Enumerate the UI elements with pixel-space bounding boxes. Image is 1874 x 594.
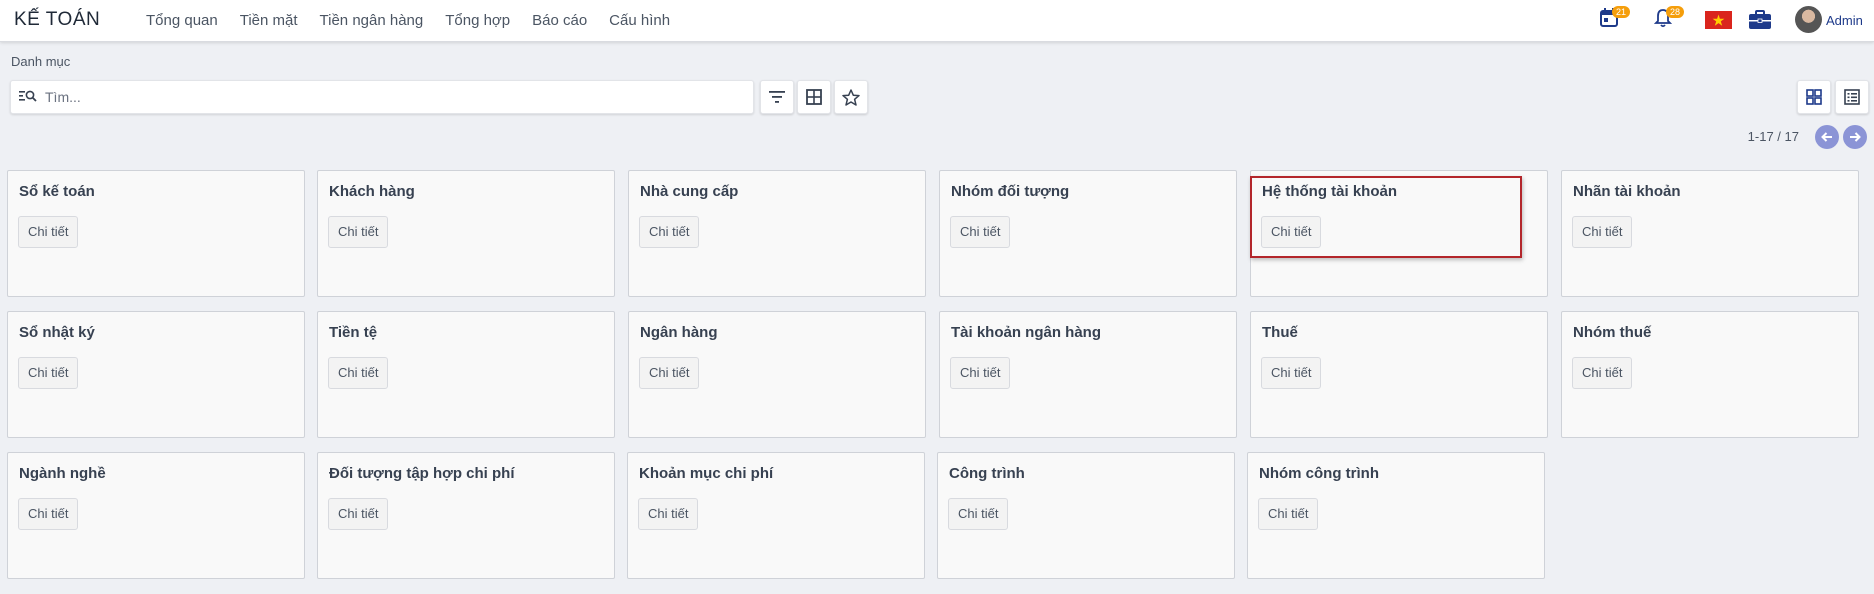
notifications-badge: 28 bbox=[1666, 6, 1685, 18]
card-detail-button[interactable]: Chi tiết bbox=[328, 357, 389, 389]
card-detail-button[interactable]: Chi tiết bbox=[18, 357, 79, 389]
card-title: Công trình bbox=[949, 465, 1025, 482]
card-detail-button[interactable]: Chi tiết bbox=[1572, 216, 1633, 248]
calendar-badge: 21 bbox=[1612, 6, 1631, 18]
card-nganh-nghe[interactable]: Ngành nghề Chi tiết bbox=[7, 452, 305, 579]
card-title: Ngân hàng bbox=[640, 324, 718, 341]
card-doi-tuong-tap-hop-chi-phi[interactable]: Đối tượng tập hợp chi phí Chi tiết bbox=[317, 452, 615, 579]
card-detail-button[interactable]: Chi tiết bbox=[1572, 357, 1633, 389]
search-icon bbox=[19, 90, 37, 102]
card-ngan-hang[interactable]: Ngân hàng Chi tiết bbox=[628, 311, 926, 438]
card-nhom-doi-tuong[interactable]: Nhóm đối tượng Chi tiết bbox=[939, 170, 1237, 297]
menu-item-tien-ngan-hang[interactable]: Tiền ngân hàng bbox=[320, 12, 424, 29]
arrow-left-icon bbox=[1821, 132, 1832, 142]
menu-item-tong-hop[interactable]: Tổng hợp bbox=[445, 12, 510, 29]
card-tai-khoan-ngan-hang[interactable]: Tài khoản ngân hàng Chi tiết bbox=[939, 311, 1237, 438]
card-detail-button[interactable]: Chi tiết bbox=[639, 216, 700, 248]
card-nhom-cong-trinh[interactable]: Nhóm công trình Chi tiết bbox=[1247, 452, 1545, 579]
card-title: Hệ thống tài khoản bbox=[1262, 183, 1397, 200]
menu-item-bao-cao[interactable]: Báo cáo bbox=[532, 12, 587, 29]
card-nha-cung-cap[interactable]: Nhà cung cấp Chi tiết bbox=[628, 170, 926, 297]
avatar[interactable] bbox=[1795, 6, 1822, 33]
menu-item-cau-hinh[interactable]: Cấu hình bbox=[609, 12, 670, 29]
list-view-icon bbox=[1844, 89, 1860, 105]
card-detail-button[interactable]: Chi tiết bbox=[950, 357, 1011, 389]
card-title: Nhóm thuế bbox=[1573, 324, 1652, 341]
arrow-right-icon bbox=[1850, 132, 1861, 142]
pager-next-button[interactable] bbox=[1843, 125, 1867, 149]
card-title: Đối tượng tập hợp chi phí bbox=[329, 465, 515, 482]
card-tien-te[interactable]: Tiền tệ Chi tiết bbox=[317, 311, 615, 438]
card-detail-button[interactable]: Chi tiết bbox=[328, 498, 389, 530]
star-icon bbox=[842, 88, 860, 106]
kanban-view-icon bbox=[1806, 89, 1822, 105]
notifications-button[interactable]: 28 bbox=[1653, 6, 1685, 33]
filter-button[interactable] bbox=[760, 80, 794, 114]
card-title: Tài khoản ngân hàng bbox=[951, 324, 1102, 341]
language-switcher[interactable] bbox=[1705, 11, 1732, 34]
filter-icon bbox=[769, 91, 785, 103]
calendar-button[interactable]: 21 bbox=[1600, 6, 1631, 33]
card-title: Nhà cung cấp bbox=[640, 183, 739, 200]
search-input[interactable] bbox=[43, 81, 737, 113]
card-title: Nhóm công trình bbox=[1259, 465, 1379, 482]
grid-icon bbox=[806, 89, 822, 105]
favorites-button[interactable] bbox=[834, 80, 868, 114]
card-so-ke-toan[interactable]: Sổ kế toán Chi tiết bbox=[7, 170, 305, 297]
search-bar bbox=[10, 80, 754, 114]
menu-item-tien-mat[interactable]: Tiền mặt bbox=[240, 12, 298, 29]
card-detail-button[interactable]: Chi tiết bbox=[18, 498, 79, 530]
list-view-button[interactable] bbox=[1835, 80, 1869, 114]
card-he-thong-tai-khoan[interactable]: Hệ thống tài khoản Chi tiết bbox=[1250, 170, 1548, 297]
card-title: Tiền tệ bbox=[329, 324, 378, 341]
top-navbar: KẾ TOÁN Tổng quan Tiền mặt Tiền ngân hàn… bbox=[0, 0, 1874, 42]
card-detail-button[interactable]: Chi tiết bbox=[1258, 498, 1319, 530]
group-by-button[interactable] bbox=[797, 80, 831, 114]
card-thue[interactable]: Thuế Chi tiết bbox=[1250, 311, 1548, 438]
card-so-nhat-ky[interactable]: Sổ nhật ký Chi tiết bbox=[7, 311, 305, 438]
user-name[interactable]: Admin bbox=[1826, 13, 1863, 28]
card-detail-button[interactable]: Chi tiết bbox=[639, 357, 700, 389]
kanban-view-button[interactable] bbox=[1797, 80, 1831, 114]
card-title: Thuế bbox=[1262, 324, 1298, 341]
card-detail-button[interactable]: Chi tiết bbox=[1261, 357, 1322, 389]
main-menu: Tổng quan Tiền mặt Tiền ngân hàng Tổng h… bbox=[146, 12, 692, 29]
breadcrumb: Danh mục bbox=[11, 54, 71, 69]
pager-previous-button[interactable] bbox=[1815, 125, 1839, 149]
card-title: Ngành nghề bbox=[19, 465, 106, 482]
card-detail-button[interactable]: Chi tiết bbox=[1261, 216, 1322, 248]
card-title: Nhãn tài khoản bbox=[1573, 183, 1681, 200]
card-detail-button[interactable]: Chi tiết bbox=[18, 216, 79, 248]
pager-value[interactable]: 1-17 / 17 bbox=[1748, 129, 1799, 144]
card-title: Sổ nhật ký bbox=[19, 324, 95, 341]
card-detail-button[interactable]: Chi tiết bbox=[638, 498, 699, 530]
card-detail-button[interactable]: Chi tiết bbox=[950, 216, 1011, 248]
card-khoan-muc-chi-phi[interactable]: Khoản mục chi phí Chi tiết bbox=[627, 452, 925, 579]
card-title: Khách hàng bbox=[329, 183, 415, 200]
card-nhom-thue[interactable]: Nhóm thuế Chi tiết bbox=[1561, 311, 1859, 438]
apps-button[interactable] bbox=[1749, 10, 1771, 34]
card-title: Nhóm đối tượng bbox=[951, 183, 1070, 200]
briefcase-icon bbox=[1749, 10, 1771, 29]
card-khach-hang[interactable]: Khách hàng Chi tiết bbox=[317, 170, 615, 297]
vietnam-flag-icon bbox=[1705, 11, 1732, 29]
card-detail-button[interactable]: Chi tiết bbox=[948, 498, 1009, 530]
card-cong-trinh[interactable]: Công trình Chi tiết bbox=[937, 452, 1235, 579]
card-title: Sổ kế toán bbox=[19, 183, 95, 200]
card-nhan-tai-khoan[interactable]: Nhãn tài khoản Chi tiết bbox=[1561, 170, 1859, 297]
card-detail-button[interactable]: Chi tiết bbox=[328, 216, 389, 248]
app-brand[interactable]: KẾ TOÁN bbox=[14, 9, 100, 31]
menu-item-tong-quan[interactable]: Tổng quan bbox=[146, 12, 218, 29]
card-title: Khoản mục chi phí bbox=[639, 465, 774, 482]
